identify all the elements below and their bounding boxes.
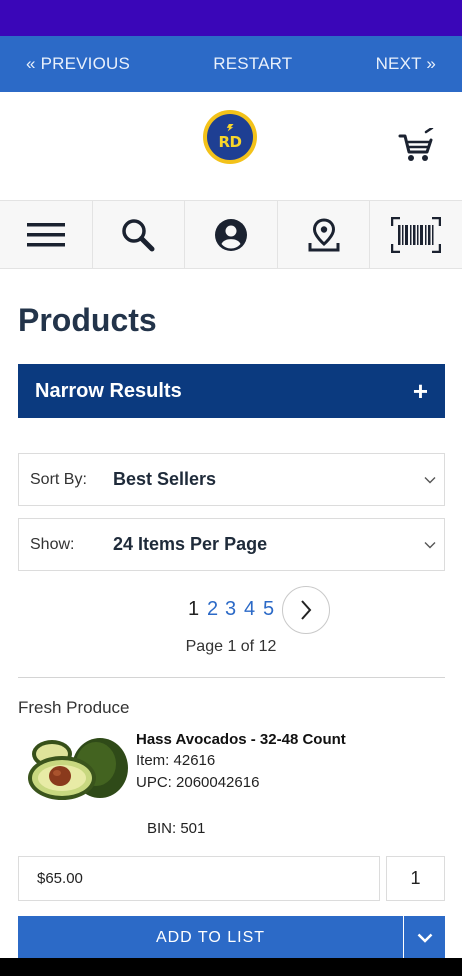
- next-link[interactable]: NEXT »: [376, 54, 436, 74]
- product-item-number: Item: 42616: [136, 752, 216, 769]
- system-nav-bar: [0, 958, 462, 976]
- page-5-link[interactable]: 5: [263, 598, 274, 621]
- menu-button[interactable]: [0, 201, 93, 268]
- chevron-down-icon: [417, 933, 432, 943]
- add-to-list-button[interactable]: ADD TO LIST: [18, 916, 403, 960]
- page-2-link[interactable]: 2: [207, 598, 218, 621]
- store-logo[interactable]: RD: [203, 110, 257, 164]
- sort-by-select[interactable]: Sort By: Best Sellers: [18, 453, 445, 506]
- product-upc: UPC: 2060042616: [136, 774, 260, 791]
- page-title: Products: [18, 302, 157, 338]
- status-bar: [0, 0, 462, 36]
- show-per-page-select[interactable]: Show: 24 Items Per Page: [18, 518, 445, 571]
- product-category: Fresh Produce: [18, 698, 130, 717]
- page-4-link[interactable]: 4: [244, 598, 255, 621]
- search-icon: [122, 218, 155, 251]
- logo-badge: RD: [207, 114, 253, 160]
- chevron-down-icon: [416, 541, 444, 549]
- product-image[interactable]: [22, 734, 130, 804]
- divider: [18, 677, 445, 678]
- location-icon: [308, 217, 340, 251]
- site-header: RD: [0, 92, 462, 200]
- chevron-down-icon: [416, 476, 444, 484]
- account-icon: [214, 218, 247, 251]
- show-label: Show:: [30, 535, 75, 553]
- narrow-results-toggle[interactable]: Narrow Results +: [18, 364, 445, 418]
- product-bin: BIN: 501: [147, 820, 206, 837]
- shopping-cart-icon[interactable]: [396, 126, 436, 164]
- product-name[interactable]: Hass Avocados - 32-48 Count: [136, 731, 346, 748]
- tool-icon-bar: [0, 200, 462, 269]
- page-1-current: 1: [188, 598, 200, 620]
- narrow-results-label: Narrow Results: [35, 379, 182, 402]
- expand-plus-icon: +: [412, 376, 428, 406]
- show-value: 24 Items Per Page: [113, 534, 268, 554]
- wizard-nav-bar: « PREVIOUS RESTART NEXT »: [0, 36, 462, 92]
- store-locator-button[interactable]: [278, 201, 371, 268]
- logo-text: RD: [218, 132, 242, 151]
- search-button[interactable]: [93, 201, 186, 268]
- page-3-link[interactable]: 3: [225, 598, 236, 621]
- previous-link[interactable]: « PREVIOUS: [26, 54, 130, 74]
- menu-icon: [26, 222, 65, 246]
- next-page-button[interactable]: [282, 586, 330, 634]
- logo-bolt-icon: [226, 123, 234, 132]
- product-price: $65.00: [18, 856, 380, 901]
- barcode-scan-button[interactable]: [370, 201, 462, 268]
- pagination: 1 2 3 4 5: [0, 586, 462, 634]
- account-button[interactable]: [185, 201, 278, 268]
- page-info: Page 1 of 12: [185, 638, 277, 655]
- quantity-input[interactable]: 1: [386, 856, 445, 901]
- add-to-list-dropdown[interactable]: [404, 916, 445, 960]
- barcode-scan-icon: [391, 216, 442, 253]
- sort-by-value: Best Sellers: [113, 469, 217, 489]
- sort-by-label: Sort By:: [30, 470, 87, 488]
- restart-link[interactable]: RESTART: [213, 54, 292, 74]
- chevron-right-icon: [301, 600, 312, 620]
